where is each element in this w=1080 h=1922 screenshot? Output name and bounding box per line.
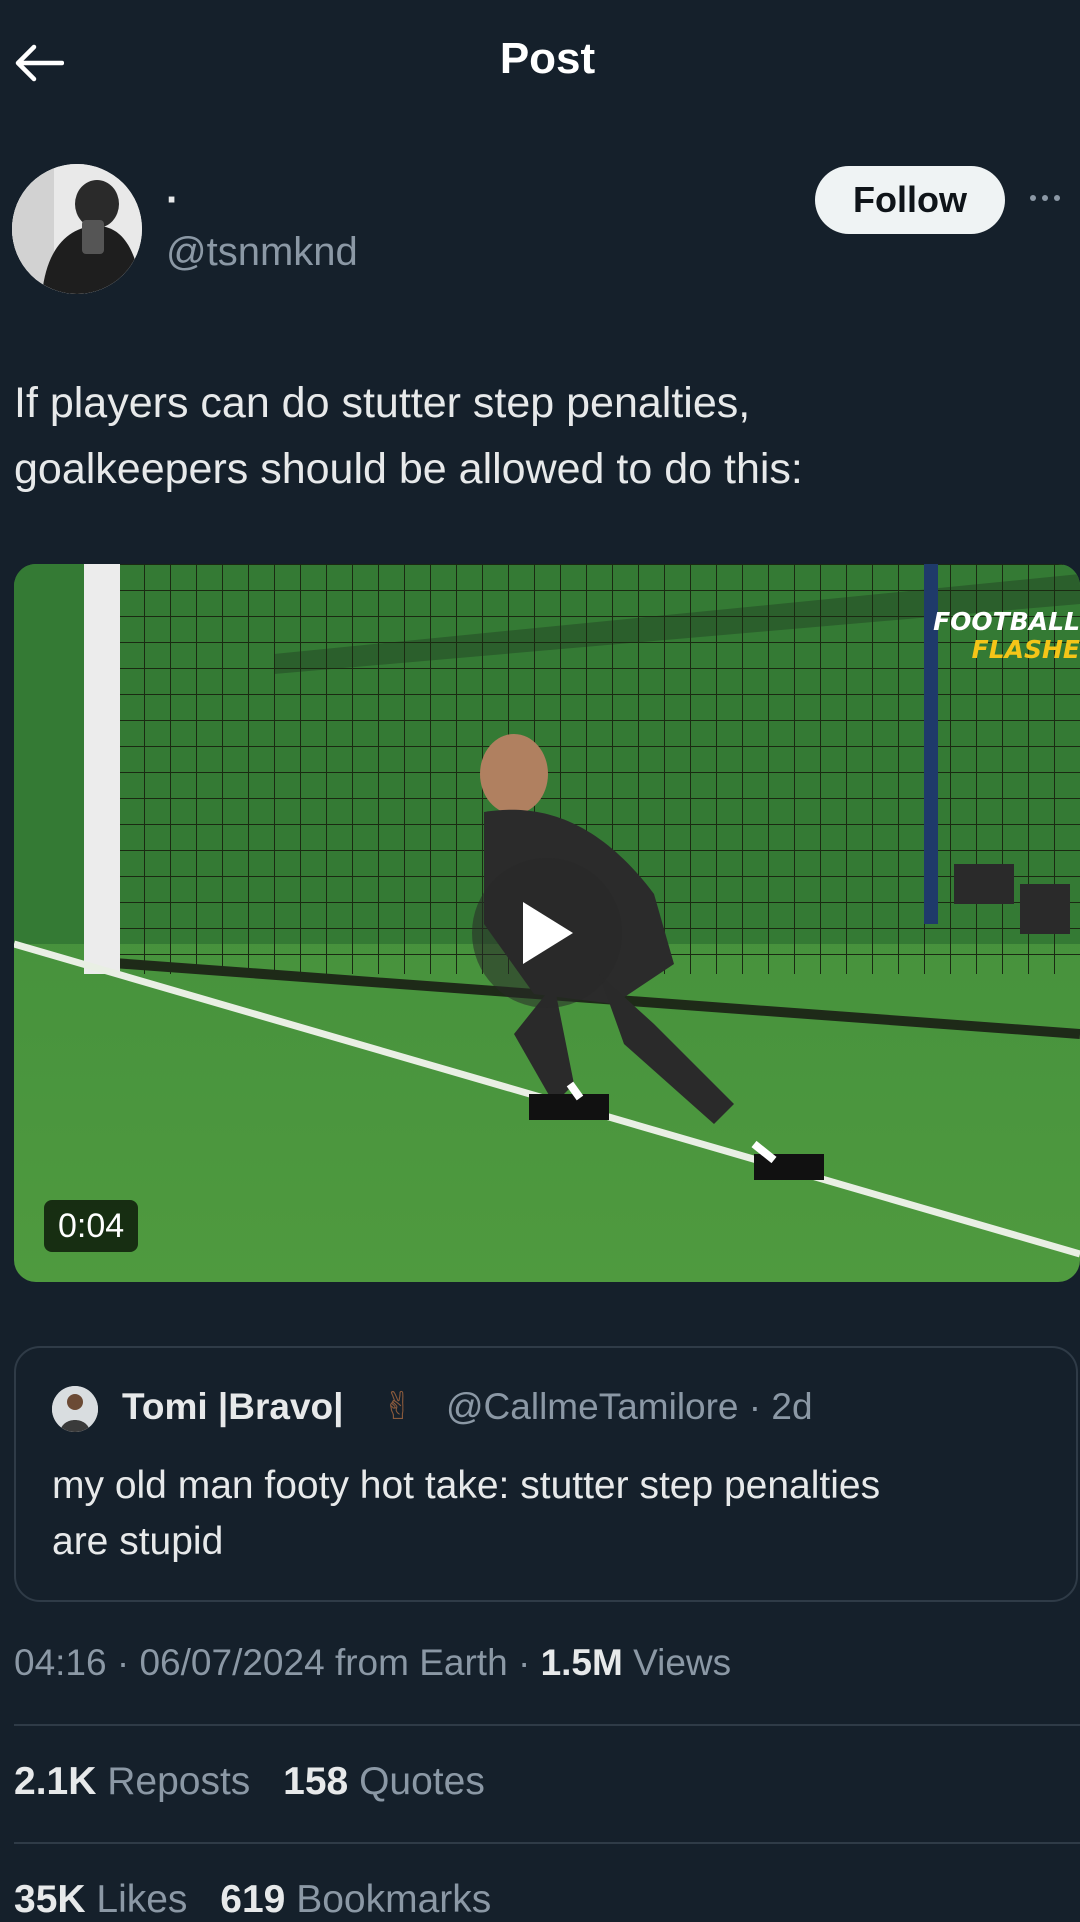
victory-hand-icon: ✌ xyxy=(382,1386,414,1428)
play-icon xyxy=(523,902,573,964)
follow-button[interactable]: Follow xyxy=(815,166,1005,234)
likes-label: Likes xyxy=(96,1878,188,1921)
likes-count: 35K xyxy=(14,1878,86,1921)
author-handle[interactable]: @tsnmknd xyxy=(166,230,358,275)
post-text-line: goalkeepers should be allowed to do this… xyxy=(14,445,803,493)
quoted-avatar[interactable] xyxy=(52,1386,98,1432)
watermark-line: FLASHE xyxy=(971,635,1080,664)
quotes-count: 158 xyxy=(283,1760,349,1803)
reposts-stat[interactable]: 2.1K Reposts xyxy=(14,1760,261,1803)
more-options-icon[interactable] xyxy=(1030,178,1080,218)
post-location: from Earth xyxy=(334,1642,508,1683)
video-player[interactable]: FOOTBALL FLASHE 0:04 xyxy=(14,564,1080,1282)
reposts-count: 2.1K xyxy=(14,1760,97,1803)
bookmarks-label: Bookmarks xyxy=(296,1878,492,1921)
quoted-age: 2d xyxy=(771,1386,813,1427)
author-display-name[interactable]: · xyxy=(166,180,179,220)
avatar-image xyxy=(12,164,142,294)
post-text: If players can do stutter step penalties… xyxy=(14,370,1064,502)
divider xyxy=(14,1724,1080,1726)
quoted-avatar-image xyxy=(52,1386,98,1432)
video-duration: 0:04 xyxy=(44,1200,139,1252)
stats-row: 35K Likes 619 Bookmarks xyxy=(14,1878,513,1922)
watermark-line: FOOTBALL xyxy=(933,607,1080,636)
bookmarks-count: 619 xyxy=(220,1878,286,1921)
quoted-text-line: are stupid xyxy=(52,1520,224,1563)
quoted-meta: @CallmeTamilore · 2d xyxy=(446,1386,813,1428)
avatar[interactable] xyxy=(12,164,142,294)
likes-stat[interactable]: 35K Likes xyxy=(14,1878,198,1921)
post-text-line: If players can do stutter step penalties… xyxy=(14,379,751,427)
play-button[interactable] xyxy=(472,858,622,1008)
quoted-handle[interactable]: @CallmeTamilore xyxy=(446,1386,739,1427)
views-label: Views xyxy=(633,1642,732,1683)
quoted-text-line: my old man footy hot take: stutter step … xyxy=(52,1464,881,1507)
page-title: Post xyxy=(499,34,596,83)
reposts-label: Reposts xyxy=(107,1760,251,1803)
stats-row: 2.1K Reposts 158 Quotes xyxy=(14,1760,507,1804)
bookmarks-stat[interactable]: 619 Bookmarks xyxy=(220,1878,491,1921)
quotes-stat[interactable]: 158 Quotes xyxy=(283,1760,485,1803)
post-date[interactable]: 06/07/2024 xyxy=(139,1642,324,1683)
quotes-label: Quotes xyxy=(359,1760,485,1803)
post-time[interactable]: 04:16 xyxy=(14,1642,107,1683)
views-count: 1.5M xyxy=(540,1642,623,1683)
divider xyxy=(14,1842,1080,1844)
video-watermark: FOOTBALL FLASHE xyxy=(933,608,1080,664)
quoted-post[interactable]: Tomi |Bravo| ✌ @CallmeTamilore · 2d my o… xyxy=(14,1346,1078,1602)
post-meta: 04:16 · 06/07/2024 from Earth · 1.5M Vie… xyxy=(14,1642,732,1683)
quoted-text: my old man footy hot take: stutter step … xyxy=(52,1458,1052,1570)
quoted-display-name[interactable]: Tomi |Bravo| xyxy=(122,1386,344,1428)
separator: · xyxy=(748,1386,762,1427)
